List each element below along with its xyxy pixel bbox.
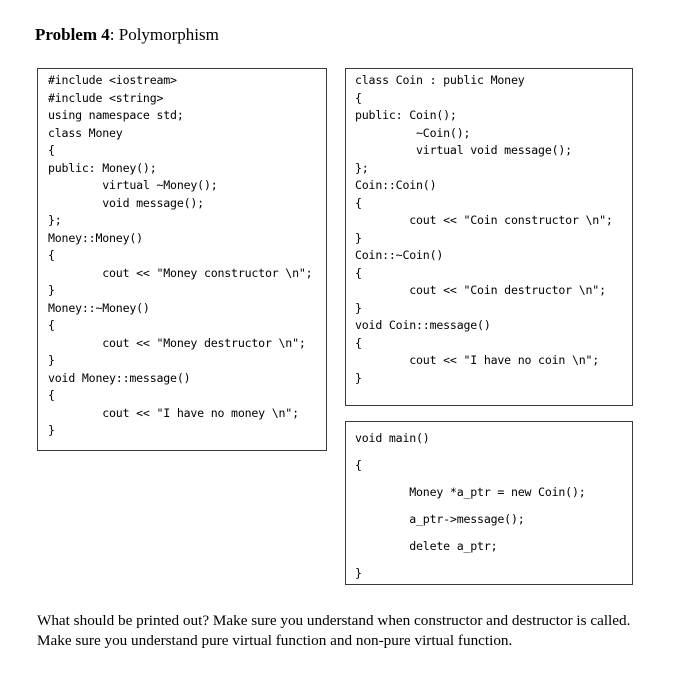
code-line: }	[48, 353, 55, 367]
code-line: };	[48, 213, 62, 227]
code-line: {	[355, 90, 362, 105]
code-line: {	[355, 265, 362, 280]
code-line: cout << "I have no money \n";	[48, 405, 299, 420]
code-line: ~Coin();	[355, 125, 471, 140]
problem-title: Problem 4: Polymorphism	[35, 24, 219, 46]
code-line: {	[48, 143, 55, 157]
code-line: }	[355, 300, 362, 315]
code-line: cout << "Money destructor \n";	[48, 335, 306, 350]
code-line: {	[48, 248, 55, 262]
code-line: {	[355, 458, 362, 472]
code-line: {	[48, 388, 55, 402]
code-line: Money::Money()	[48, 230, 143, 245]
code-line: public: Coin();	[355, 108, 457, 122]
code-line: void message();	[48, 195, 204, 210]
code-line: using namespace std;	[48, 108, 184, 122]
coin-class-code-box: class Coin : public Money { public: Coin()…	[345, 68, 633, 406]
problem-number: Problem 4	[35, 25, 110, 44]
code-line: cout << "Coin destructor \n";	[355, 283, 606, 297]
code-line: Money *a_ptr = new Coin();	[355, 485, 586, 499]
code-line: };	[355, 160, 369, 175]
main-function-code-box: void main(){ Money *a_ptr = new Coin(); …	[345, 421, 633, 585]
code-line: {	[48, 318, 55, 332]
code-line: }	[355, 566, 362, 580]
problem-topic: : Polymorphism	[109, 25, 219, 44]
code-line: a_ptr->message();	[355, 512, 525, 526]
code-line: }	[48, 283, 55, 297]
code-line: public: Money();	[48, 160, 157, 175]
question-text: What should be printed out? Make sure yo…	[37, 612, 631, 649]
code-line: cout << "Money constructor \n";	[48, 265, 313, 280]
main-function-code: void main(){ Money *a_ptr = new Coin(); …	[355, 425, 586, 587]
code-line: cout << "I have no coin \n";	[355, 353, 600, 367]
money-class-code: #include <iostream> #include <string> usin…	[48, 72, 313, 440]
code-line: void Money::message()	[48, 370, 191, 385]
code-line: Coin::~Coin()	[355, 248, 444, 262]
code-line: delete a_ptr;	[355, 539, 498, 553]
code-line: }	[355, 230, 362, 245]
code-line: {	[355, 195, 362, 210]
code-line: #include <iostream>	[48, 73, 177, 87]
code-line: class Coin : public Money	[355, 73, 525, 87]
code-line: }	[355, 370, 362, 385]
code-line: #include <string>	[48, 90, 164, 105]
code-line: Coin::Coin()	[355, 178, 437, 192]
code-line: virtual void message();	[355, 143, 572, 157]
code-line: cout << "Coin constructor \n";	[355, 213, 613, 227]
code-line: Money::~Money()	[48, 300, 150, 315]
code-line: virtual ~Money();	[48, 178, 218, 192]
code-line: }	[48, 423, 55, 437]
money-class-code-box: #include <iostream> #include <string> usin…	[37, 68, 327, 451]
coin-class-code: class Coin : public Money { public: Coin()…	[355, 72, 613, 387]
code-line: class Money	[48, 125, 123, 140]
code-line: {	[355, 335, 362, 350]
code-line: void main()	[355, 431, 430, 445]
code-line: void Coin::message()	[355, 318, 491, 332]
